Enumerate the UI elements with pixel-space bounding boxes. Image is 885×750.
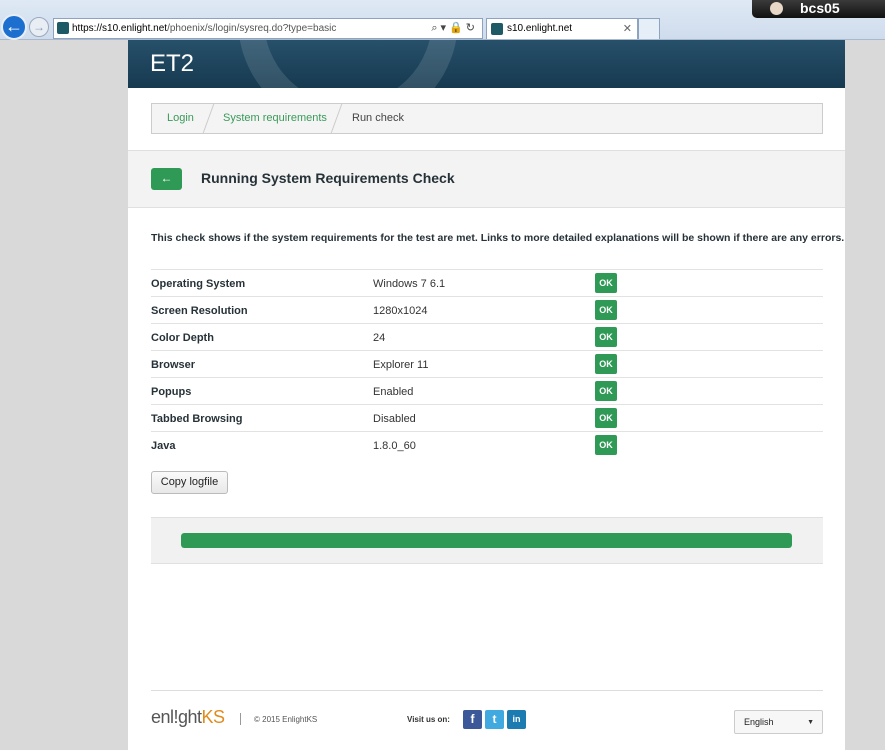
browser-chrome: ← → https://s10.enlight.net/phoenix/s/lo… bbox=[0, 0, 885, 40]
breadcrumb-run-check: Run check bbox=[352, 112, 404, 124]
arrow-left-icon: ← bbox=[160, 171, 173, 185]
requirement-label: Browser bbox=[151, 359, 196, 371]
browser-tab[interactable]: s10.enlight.net ✕ bbox=[486, 18, 638, 39]
status-badge: OK bbox=[595, 354, 617, 374]
intro-text: This check shows if the system requireme… bbox=[151, 232, 845, 244]
table-row: Browser Explorer 11 OK bbox=[151, 350, 823, 377]
table-row: Color Depth 24 OK bbox=[151, 323, 823, 350]
user-icon bbox=[770, 2, 783, 15]
url-path: /phoenix/s/login/sysreq.do?type=basic bbox=[167, 23, 337, 34]
back-button[interactable]: ← bbox=[151, 168, 182, 190]
status-badge: OK bbox=[595, 300, 617, 320]
breadcrumb: Login System requirements Run check bbox=[151, 103, 823, 134]
new-tab-button[interactable] bbox=[638, 18, 660, 39]
breadcrumb-login[interactable]: Login bbox=[167, 104, 194, 133]
site-favicon-icon bbox=[57, 22, 69, 34]
requirement-label: Color Depth bbox=[151, 332, 214, 344]
requirement-label: Tabbed Browsing bbox=[151, 413, 243, 425]
requirement-value: Windows 7 6.1 bbox=[373, 278, 446, 290]
chevron-down-icon: ▼ bbox=[807, 719, 814, 726]
status-badge: OK bbox=[595, 435, 617, 455]
footer-separator bbox=[240, 713, 241, 725]
status-badge: OK bbox=[595, 273, 617, 293]
requirement-value: Enabled bbox=[373, 386, 414, 398]
page-title: Running System Requirements Check bbox=[201, 170, 455, 186]
logo-main-text: enl!ght bbox=[151, 707, 202, 727]
footer-divider bbox=[151, 690, 823, 691]
progress-fill bbox=[181, 533, 792, 548]
address-bar[interactable]: https://s10.enlight.net/phoenix/s/login/… bbox=[53, 18, 483, 39]
status-badge: OK bbox=[595, 408, 617, 428]
page: ET2 Login System requirements Run check … bbox=[128, 40, 845, 750]
requirement-label: Screen Resolution bbox=[151, 305, 248, 317]
language-selected: English bbox=[744, 717, 774, 727]
status-badge: OK bbox=[595, 327, 617, 347]
url-host: https://s10.enlight.net bbox=[72, 23, 168, 34]
status-badge: OK bbox=[595, 381, 617, 401]
tab-title: s10.enlight.net bbox=[507, 23, 573, 34]
facebook-icon[interactable]: f bbox=[463, 710, 482, 729]
requirement-label: Operating System bbox=[151, 278, 246, 290]
requirement-label: Popups bbox=[151, 386, 192, 398]
language-select[interactable]: English ▼ bbox=[734, 710, 823, 734]
table-row: Screen Resolution 1280x1024 OK bbox=[151, 296, 823, 323]
requirement-value: Explorer 11 bbox=[373, 359, 429, 371]
copyright-text: © 2015 EnlightKS bbox=[254, 715, 318, 724]
twitter-icon[interactable]: t bbox=[485, 710, 504, 729]
close-icon[interactable]: ✕ bbox=[623, 19, 632, 39]
user-name: bcs05 bbox=[800, 0, 840, 16]
user-badge: bcs05 bbox=[752, 0, 885, 18]
requirement-value: Disabled bbox=[373, 413, 416, 425]
breadcrumb-separator bbox=[202, 104, 214, 133]
banner: ET2 bbox=[128, 40, 845, 88]
address-tools-icon[interactable]: ⌕▾🔒↻ bbox=[431, 19, 478, 38]
enlightks-logo: enl!ghtKS bbox=[151, 707, 225, 728]
app-logo: ET2 bbox=[150, 50, 195, 77]
copy-logfile-button[interactable]: Copy logfile bbox=[151, 471, 228, 494]
forward-arrow-icon[interactable]: → bbox=[29, 17, 49, 37]
linkedin-icon[interactable]: in bbox=[507, 710, 526, 729]
requirement-value: 1.8.0_60 bbox=[373, 440, 416, 452]
requirement-label: Java bbox=[151, 440, 176, 452]
table-row: Tabbed Browsing Disabled OK bbox=[151, 404, 823, 431]
banner-decoration bbox=[238, 40, 458, 88]
table-row: Java 1.8.0_60 OK bbox=[151, 431, 823, 458]
back-arrow-icon[interactable]: ← bbox=[1, 14, 27, 40]
tab-favicon-icon bbox=[491, 23, 503, 35]
requirements-table: Operating System Windows 7 6.1 OK Screen… bbox=[151, 269, 823, 458]
requirement-value: 1280x1024 bbox=[373, 305, 428, 317]
table-row: Popups Enabled OK bbox=[151, 377, 823, 404]
logo-accent-text: KS bbox=[201, 707, 226, 727]
requirement-value: 24 bbox=[373, 332, 386, 344]
progress-bar bbox=[181, 533, 792, 548]
table-row: Operating System Windows 7 6.1 OK bbox=[151, 269, 823, 296]
page-header: ← Running System Requirements Check bbox=[128, 150, 845, 208]
breadcrumb-system-requirements[interactable]: System requirements bbox=[223, 104, 327, 133]
breadcrumb-separator bbox=[330, 104, 342, 133]
visit-us-label: Visit us on: bbox=[407, 715, 450, 724]
progress-section bbox=[151, 517, 823, 564]
